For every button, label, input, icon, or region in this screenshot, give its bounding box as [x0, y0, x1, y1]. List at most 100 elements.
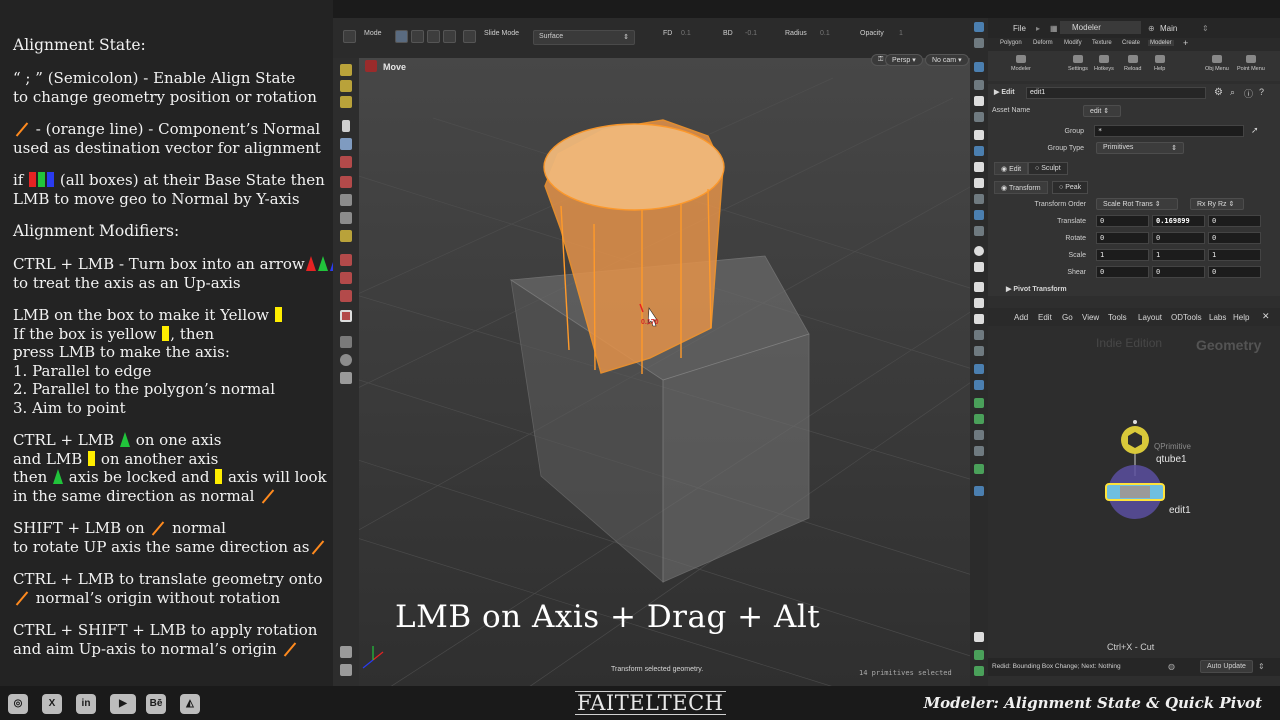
- display-option-icon[interactable]: [974, 112, 984, 122]
- light-icon[interactable]: [340, 372, 352, 384]
- scale-z-field[interactable]: 1: [1208, 249, 1261, 261]
- search-icon[interactable]: ⌕: [1230, 87, 1235, 98]
- network-menu-labs[interactable]: Labs: [1209, 313, 1226, 322]
- node-name-field[interactable]: edit1: [1026, 87, 1206, 99]
- translate-z-field[interactable]: 0: [1208, 215, 1261, 227]
- youtube-icon[interactable]: ▶: [110, 694, 136, 714]
- shear-y-field[interactable]: 0: [1152, 266, 1205, 278]
- tool-icon[interactable]: [340, 80, 352, 92]
- shelf-tool-obj-menu[interactable]: Obj Menu: [1205, 55, 1229, 72]
- display-option-icon[interactable]: [974, 330, 984, 340]
- pin-icon[interactable]: [974, 162, 984, 172]
- camera-menu[interactable]: No cam ▾: [925, 54, 969, 66]
- rotate-tool-icon[interactable]: [340, 176, 352, 188]
- linkedin-icon[interactable]: in: [76, 694, 96, 714]
- viewport-scene[interactable]: [333, 58, 988, 686]
- group-type-dropdown[interactable]: Primitives ⇕: [1096, 142, 1184, 154]
- group-field[interactable]: *: [1094, 125, 1244, 137]
- node2-name[interactable]: edit1: [1169, 505, 1191, 516]
- pane-dropdown[interactable]: Main: [1160, 24, 1177, 33]
- scale-tool-icon[interactable]: [340, 194, 352, 206]
- network-menu-view[interactable]: View: [1082, 313, 1099, 322]
- lock-icon[interactable]: [340, 138, 352, 150]
- snap-icon[interactable]: [340, 290, 352, 302]
- rotate-z-field[interactable]: 0: [1208, 232, 1261, 244]
- display-option-icon[interactable]: [974, 464, 984, 474]
- rotation-order-dropdown[interactable]: Rx Ry Rz ⇕: [1190, 198, 1244, 210]
- translate-x-field[interactable]: 0: [1096, 215, 1149, 227]
- display-option-icon[interactable]: [974, 446, 984, 456]
- file-menu[interactable]: File: [1013, 24, 1026, 33]
- display-option-icon[interactable]: [974, 62, 984, 72]
- shelf-tab-active[interactable]: Modeler: [1148, 40, 1174, 46]
- scale-x-field[interactable]: 1: [1096, 249, 1149, 261]
- display-option-icon[interactable]: [974, 486, 984, 496]
- display-option-icon[interactable]: [974, 380, 984, 390]
- display-option-icon[interactable]: [974, 414, 984, 424]
- network-menu-tools[interactable]: Tools: [1108, 313, 1127, 322]
- pen-icon[interactable]: [974, 262, 984, 272]
- snap-icon[interactable]: [340, 254, 352, 266]
- eye-icon[interactable]: [974, 130, 984, 140]
- network-menu-add[interactable]: Add: [1014, 313, 1028, 322]
- network-menu-go[interactable]: Go: [1062, 313, 1073, 322]
- shelf-tool-reload[interactable]: Reload: [1124, 55, 1141, 72]
- shelf-tab[interactable]: Create: [1122, 40, 1140, 46]
- display-option-icon[interactable]: [974, 22, 984, 32]
- shelf-tool-hotkeys[interactable]: Hotkeys: [1094, 55, 1114, 72]
- network-menu-layout[interactable]: Layout: [1138, 313, 1162, 322]
- x-icon[interactable]: X: [42, 694, 62, 714]
- network-menu-edit[interactable]: Edit: [1038, 313, 1052, 322]
- gear-icon[interactable]: ⚙: [1214, 87, 1223, 98]
- display-option-icon[interactable]: [974, 364, 984, 374]
- grid-icon[interactable]: [343, 30, 356, 43]
- network-menu-help[interactable]: Help: [1233, 313, 1249, 322]
- slide-icon[interactable]: [463, 30, 476, 43]
- network-editor[interactable]: Indie Edition Geometry QPrimitive qtube1…: [988, 326, 1280, 658]
- shear-x-field[interactable]: 0: [1096, 266, 1149, 278]
- display-option-icon[interactable]: [974, 282, 984, 292]
- behance-icon[interactable]: Bē: [146, 694, 166, 714]
- dot-icon[interactable]: [974, 246, 984, 256]
- scene-viewport[interactable]: Mode Slide Mode Surface ⇕ FD 0.1 BD -0.1 …: [333, 18, 988, 686]
- display-option-icon[interactable]: [974, 298, 984, 308]
- view-icon[interactable]: [340, 336, 352, 348]
- asset-name-dropdown[interactable]: edit ⇕: [1083, 105, 1121, 117]
- help-icon[interactable]: ?: [1259, 87, 1264, 97]
- mode-button-4[interactable]: [443, 30, 456, 43]
- mode-button-2[interactable]: [411, 30, 424, 43]
- chat-icon[interactable]: ◍: [1168, 662, 1175, 671]
- pose-tool-icon[interactable]: [340, 230, 352, 242]
- magnet-icon[interactable]: [340, 310, 352, 322]
- tool-icon[interactable]: [340, 64, 352, 76]
- select-arrow-icon[interactable]: ➚: [1251, 125, 1259, 136]
- artstation-icon[interactable]: ◭: [180, 694, 200, 714]
- node-graph[interactable]: [988, 326, 1280, 658]
- scale-y-field[interactable]: 1: [1152, 249, 1205, 261]
- shelf-tool-settings[interactable]: Settings: [1068, 55, 1088, 72]
- slide-mode-dropdown[interactable]: Surface ⇕: [533, 30, 635, 45]
- pin-icon[interactable]: [974, 178, 984, 188]
- shelf-tab[interactable]: Modify: [1064, 40, 1082, 46]
- fd-value[interactable]: 0.1: [681, 30, 691, 37]
- mode-button-1[interactable]: [395, 30, 408, 43]
- lock-icon[interactable]: [974, 96, 984, 106]
- select-arrow-icon[interactable]: [342, 120, 350, 132]
- display-option-icon[interactable]: [974, 650, 984, 660]
- display-option-icon[interactable]: [974, 666, 984, 676]
- opacity-value[interactable]: 1: [899, 30, 903, 37]
- tool-icon[interactable]: [340, 96, 352, 108]
- shelf-tab[interactable]: Polygon: [1000, 40, 1022, 46]
- instagram-icon[interactable]: ◎: [8, 694, 28, 714]
- snap-icon[interactable]: [340, 272, 352, 284]
- node-input[interactable]: [1133, 420, 1137, 424]
- display-icon[interactable]: [340, 646, 352, 658]
- move-tool-icon[interactable]: [340, 156, 352, 168]
- display-option-icon[interactable]: [974, 38, 984, 48]
- display-option-icon[interactable]: [974, 398, 984, 408]
- mode-button-3[interactable]: [427, 30, 440, 43]
- handle-tool-icon[interactable]: [340, 212, 352, 224]
- translate-y-field[interactable]: 0.169899: [1152, 215, 1205, 227]
- shear-z-field[interactable]: 0: [1208, 266, 1261, 278]
- tab-sculpt[interactable]: ○ Sculpt: [1028, 162, 1068, 175]
